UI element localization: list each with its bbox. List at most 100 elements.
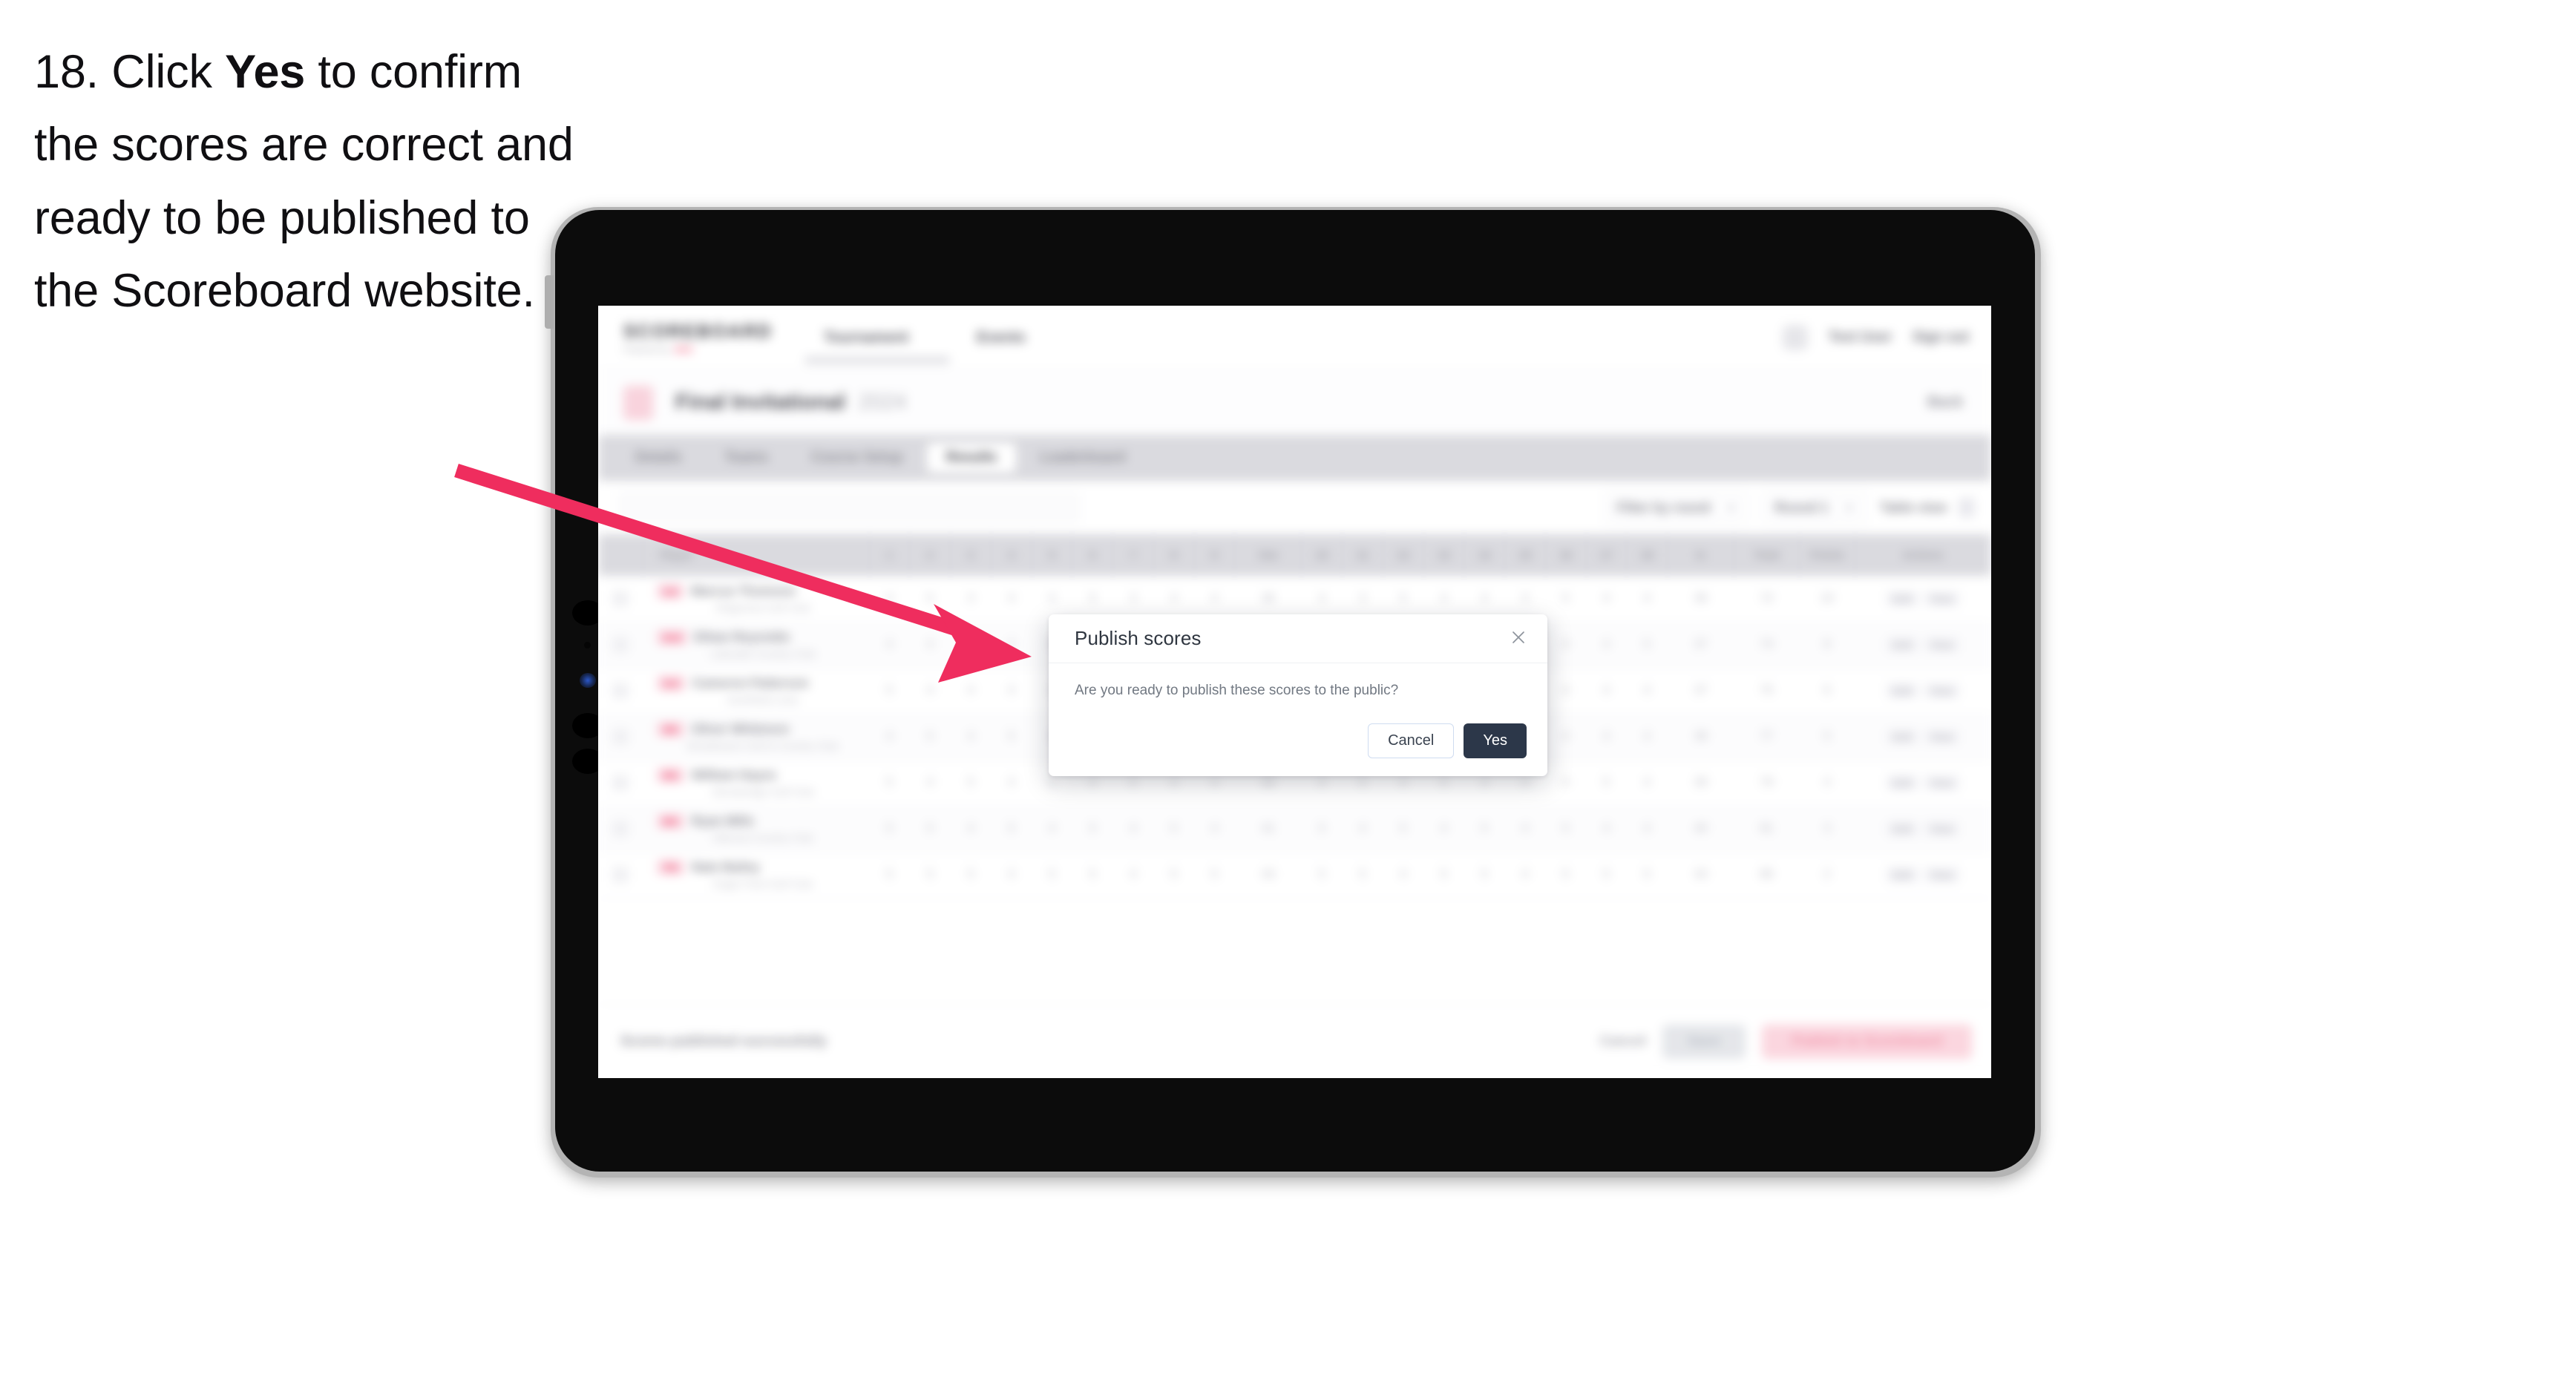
score-cell[interactable]: 43	[1667, 852, 1734, 899]
close-icon[interactable]	[1506, 625, 1531, 650]
score-cell[interactable]: 4	[1545, 714, 1587, 761]
score-cell[interactable]: 5	[1423, 852, 1464, 899]
score-cell[interactable]: 4	[1586, 806, 1627, 853]
action-edit-link[interactable]: Edit	[1886, 637, 1919, 653]
score-cell[interactable]: 36	[1667, 576, 1734, 623]
action-edit-link[interactable]: Edit	[1886, 775, 1919, 791]
row-checkbox[interactable]	[598, 806, 643, 853]
score-cell[interactable]: 4	[1626, 760, 1668, 807]
score-cell[interactable]: 5	[1586, 852, 1627, 899]
score-cell[interactable]: 4	[1545, 760, 1587, 807]
row-checkbox[interactable]	[598, 760, 643, 807]
score-cell[interactable]: 5	[1626, 852, 1668, 899]
round-select[interactable]: Round 1 ▼	[1762, 492, 1867, 523]
tab-course-setup[interactable]: Course Setup	[792, 443, 922, 473]
header-total[interactable]: Total	[1734, 534, 1800, 576]
score-cell[interactable]: 5	[909, 806, 951, 853]
score-cell[interactable]: 4	[909, 622, 951, 669]
publish-to-scoreboard-button[interactable]: Publish to Scoreboard	[1762, 1024, 1972, 1059]
score-cell[interactable]: 5	[1626, 622, 1668, 669]
action-view-link[interactable]: View	[1923, 637, 1961, 653]
score-cell[interactable]: 5	[869, 806, 910, 853]
cancel-button[interactable]: Cancel	[1600, 1034, 1646, 1050]
save-button[interactable]: Save	[1662, 1024, 1746, 1059]
table-view-control[interactable]: Table view	[1880, 498, 1975, 517]
nav-events[interactable]: Events	[977, 329, 1026, 346]
score-cell[interactable]: 4	[1626, 576, 1668, 623]
score-cell[interactable]: 40	[1667, 806, 1734, 853]
score-cell[interactable]: 4	[991, 622, 1032, 669]
action-view-link[interactable]: View	[1923, 821, 1961, 837]
search-input[interactable]	[619, 493, 1079, 522]
score-cell[interactable]: 4	[1626, 806, 1668, 853]
score-cell[interactable]: 4	[950, 806, 992, 853]
score-cell[interactable]: 4	[1586, 576, 1627, 623]
score-cell[interactable]: 5	[1464, 852, 1505, 899]
score-cell[interactable]: 4	[1626, 714, 1668, 761]
score-cell[interactable]: 5	[1153, 806, 1195, 853]
score-cell[interactable]: 4	[991, 576, 1032, 623]
tab-teams[interactable]: Teams	[705, 443, 787, 473]
score-cell[interactable]: 4	[909, 668, 951, 715]
grid-view-icon[interactable]	[1959, 498, 1975, 517]
score-cell[interactable]: 37	[1667, 622, 1734, 669]
score-cell[interactable]: 39	[1667, 760, 1734, 807]
score-cell[interactable]: 5	[1383, 806, 1424, 853]
action-edit-link[interactable]: Edit	[1886, 729, 1919, 745]
score-cell[interactable]: 5	[869, 760, 910, 807]
action-view-link[interactable]: View	[1923, 590, 1961, 607]
score-cell[interactable]: 4	[1504, 852, 1546, 899]
score-cell[interactable]: 5	[950, 852, 992, 899]
score-cell[interactable]: 4	[991, 668, 1032, 715]
score-cell[interactable]: 4	[869, 576, 910, 623]
action-view-link[interactable]: View	[1923, 729, 1961, 745]
row-checkbox[interactable]	[598, 622, 643, 669]
action-edit-link[interactable]: Edit	[1886, 821, 1919, 837]
score-cell[interactable]: 3	[950, 576, 992, 623]
dialog-yes-button[interactable]: Yes	[1464, 723, 1527, 758]
score-cell[interactable]: 5	[869, 668, 910, 715]
dialog-cancel-button[interactable]: Cancel	[1368, 723, 1455, 758]
score-cell[interactable]: 5	[1301, 852, 1343, 899]
score-cell[interactable]: 4	[950, 622, 992, 669]
score-cell[interactable]: 5	[1072, 852, 1113, 899]
score-cell[interactable]: 4	[1112, 852, 1154, 899]
score-cell[interactable]: 4	[1383, 852, 1424, 899]
brand-logo[interactable]: SCOREBOARD Powered by SPG	[623, 321, 772, 355]
action-edit-link[interactable]: Edit	[1886, 867, 1919, 883]
table-row[interactable]: 6th Ryan Mills Hillcrest Country Club 5 5 4 5 4…	[598, 806, 1991, 853]
score-cell[interactable]: 4	[1545, 668, 1587, 715]
score-cell[interactable]: 4	[1032, 806, 1072, 853]
score-cell[interactable]: 5	[1194, 852, 1235, 899]
action-edit-link[interactable]: Edit	[1886, 683, 1919, 699]
score-cell[interactable]: 5	[909, 852, 951, 899]
score-cell[interactable]: 4	[991, 760, 1032, 807]
score-cell[interactable]: 5	[869, 852, 910, 899]
tab-leaderboard[interactable]: Leaderboard	[1020, 443, 1144, 473]
header-player[interactable]: Player	[643, 534, 870, 576]
score-cell[interactable]: 5	[1464, 806, 1505, 853]
score-cell[interactable]: 38	[1667, 714, 1734, 761]
score-cell[interactable]: 4	[1545, 622, 1587, 669]
action-view-link[interactable]: View	[1923, 775, 1961, 791]
score-cell[interactable]: 4	[869, 622, 910, 669]
score-cell[interactable]: 5	[1545, 576, 1587, 623]
score-cell[interactable]: 4	[1586, 622, 1627, 669]
score-cell[interactable]: 37	[1667, 668, 1734, 715]
score-cell[interactable]: 4	[869, 714, 910, 761]
score-cell[interactable]: 4	[1342, 806, 1383, 853]
score-cell[interactable]: 4	[1194, 806, 1235, 853]
score-cell[interactable]: 5	[1301, 806, 1343, 853]
action-view-link[interactable]: View	[1923, 867, 1961, 883]
score-cell[interactable]: 5	[909, 576, 951, 623]
score-cell[interactable]: 4	[1586, 668, 1627, 715]
score-cell[interactable]: 5	[1586, 760, 1627, 807]
tab-results[interactable]: Results	[926, 443, 1017, 473]
score-cell[interactable]: 5	[991, 806, 1032, 853]
score-cell[interactable]: 5	[950, 760, 992, 807]
score-cell[interactable]: 4	[909, 760, 951, 807]
score-cell[interactable]: 5	[1545, 806, 1587, 853]
score-cell[interactable]: 4	[950, 714, 992, 761]
score-cell[interactable]: 4	[1504, 806, 1546, 853]
score-cell[interactable]: 43	[1234, 852, 1302, 899]
